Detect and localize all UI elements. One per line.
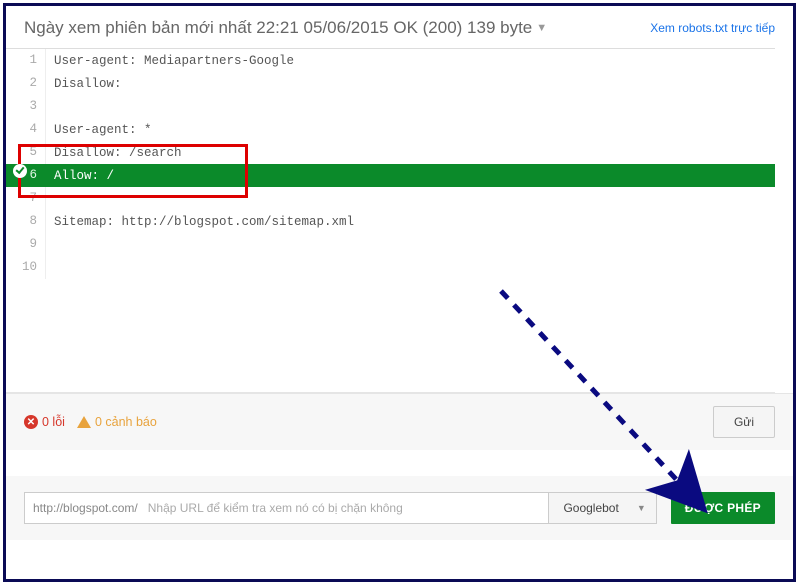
title-text: Ngày xem phiên bản mới nhất 22:21 05/06/… — [24, 18, 532, 38]
line-number: 3 — [6, 95, 46, 118]
code-text: Disallow: — [46, 77, 122, 91]
chevron-down-icon: ▼ — [536, 22, 547, 34]
line-number: 6 — [6, 164, 46, 187]
warning-icon — [77, 416, 91, 428]
bot-select[interactable]: Googlebot ▼ — [549, 492, 656, 524]
url-test-row: http://blogspot.com/ Googlebot ▼ ĐƯỢC PH… — [6, 476, 793, 540]
line-number: 9 — [6, 233, 46, 256]
url-input-group: http://blogspot.com/ — [24, 492, 549, 524]
page-title[interactable]: Ngày xem phiên bản mới nhất 22:21 05/06/… — [24, 18, 547, 38]
code-editor[interactable]: 1User-agent: Mediapartners-Google2Disall… — [6, 48, 775, 393]
errors-label: 0 lỗi — [42, 415, 65, 429]
code-line[interactable]: 1User-agent: Mediapartners-Google — [6, 49, 775, 72]
code-text: Disallow: /search — [46, 146, 182, 160]
code-line[interactable]: 4User-agent: * — [6, 118, 775, 141]
code-line[interactable]: 8Sitemap: http://blogspot.com/sitemap.xm… — [6, 210, 775, 233]
url-input[interactable] — [142, 493, 549, 523]
line-number: 8 — [6, 210, 46, 233]
view-live-link[interactable]: Xem robots.txt trực tiếp — [650, 21, 775, 35]
code-line[interactable]: 5Disallow: /search — [6, 141, 775, 164]
bot-select-label: Googlebot — [563, 501, 618, 515]
separator — [6, 450, 793, 476]
code-line[interactable]: 6Allow: / — [6, 164, 775, 187]
error-icon: ✕ — [24, 415, 38, 429]
check-icon — [13, 164, 27, 178]
line-number: 1 — [6, 49, 46, 72]
code-line[interactable]: 2Disallow: — [6, 72, 775, 95]
warnings-label: 0 cảnh báo — [95, 415, 157, 429]
code-text: User-agent: * — [46, 123, 152, 137]
status-counts: ✕ 0 lỗi 0 cảnh báo — [24, 415, 157, 429]
code-text: Allow: / — [46, 169, 114, 183]
line-number: 7 — [6, 187, 46, 210]
line-number: 10 — [6, 256, 46, 279]
result-badge: ĐƯỢC PHÉP — [671, 492, 775, 524]
code-line[interactable]: 7 — [6, 187, 775, 210]
line-number: 4 — [6, 118, 46, 141]
submit-button[interactable]: Gửi — [713, 406, 775, 438]
status-bar: ✕ 0 lỗi 0 cảnh báo Gửi — [6, 393, 793, 450]
chevron-down-icon: ▼ — [637, 503, 646, 513]
code-line[interactable]: 10 — [6, 256, 775, 279]
code-text: User-agent: Mediapartners-Google — [46, 54, 294, 68]
url-prefix: http://blogspot.com/ — [25, 501, 142, 515]
code-text: Sitemap: http://blogspot.com/sitemap.xml — [46, 215, 354, 229]
code-line[interactable]: 9 — [6, 233, 775, 256]
line-number: 5 — [6, 141, 46, 164]
code-line[interactable]: 3 — [6, 95, 775, 118]
app-frame: Ngày xem phiên bản mới nhất 22:21 05/06/… — [3, 3, 796, 582]
header: Ngày xem phiên bản mới nhất 22:21 05/06/… — [6, 6, 793, 48]
line-number: 2 — [6, 72, 46, 95]
